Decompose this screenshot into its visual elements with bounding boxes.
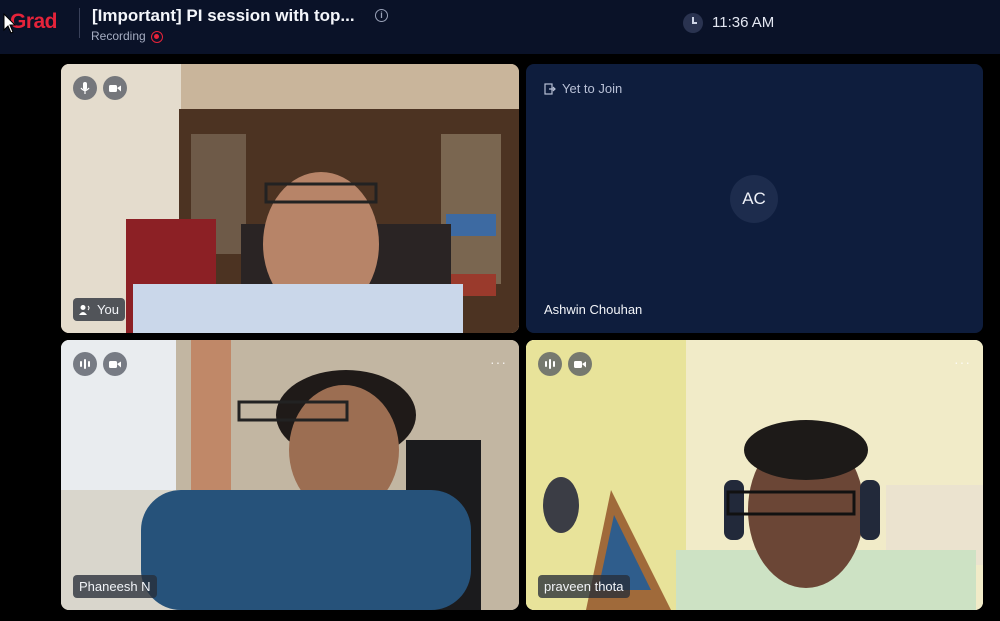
video-tile-participant[interactable]: ··· praveen thota: [526, 340, 983, 610]
video-tile-waiting[interactable]: Yet to Join AC Ashwin Chouhan: [526, 64, 983, 333]
audio-level-button[interactable]: [538, 352, 562, 376]
video-camera-icon: [574, 361, 586, 368]
recording-indicator-icon: [151, 31, 163, 43]
join-door-icon: [544, 83, 556, 95]
mic-button[interactable]: [73, 76, 97, 100]
join-status: Yet to Join: [562, 81, 623, 96]
audio-level-icon: [545, 359, 555, 369]
current-time: 11:36 AM: [712, 14, 775, 31]
video-camera-icon: [109, 361, 121, 368]
participant-name: praveen thota: [538, 575, 630, 598]
video-button[interactable]: [103, 352, 127, 376]
more-options-icon[interactable]: ···: [490, 354, 507, 370]
video-tile-participant[interactable]: ··· Phaneesh N: [61, 340, 519, 610]
video-button[interactable]: [568, 352, 592, 376]
info-icon[interactable]: i: [375, 9, 388, 22]
participant-name: Phaneesh N: [73, 575, 157, 598]
audio-level-button[interactable]: [73, 352, 97, 376]
app-logo[interactable]: Grad: [10, 10, 58, 34]
mouse-cursor-icon: [3, 13, 17, 34]
top-bar: Grad [Important] PI session with top... …: [0, 0, 1000, 54]
participant-video-feed: [61, 340, 519, 610]
recording-label: Recording: [91, 29, 146, 43]
video-camera-icon: [109, 85, 121, 92]
more-options-icon[interactable]: ···: [954, 354, 971, 370]
speaker-icon: [79, 305, 90, 315]
participant-video-feed: [61, 64, 519, 333]
audio-level-icon: [80, 359, 90, 369]
video-button[interactable]: [103, 76, 127, 100]
participant-name-tag: You: [73, 298, 125, 321]
video-tile-self[interactable]: You: [61, 64, 519, 333]
meeting-title: [Important] PI session with top...: [92, 6, 355, 25]
avatar: AC: [730, 175, 778, 223]
header-divider: [79, 8, 80, 38]
participant-video-feed: [526, 340, 983, 610]
participant-name: You: [97, 302, 119, 317]
participant-name: Ashwin Chouhan: [544, 302, 643, 317]
clock-icon: [683, 13, 703, 33]
microphone-icon: [80, 82, 90, 94]
